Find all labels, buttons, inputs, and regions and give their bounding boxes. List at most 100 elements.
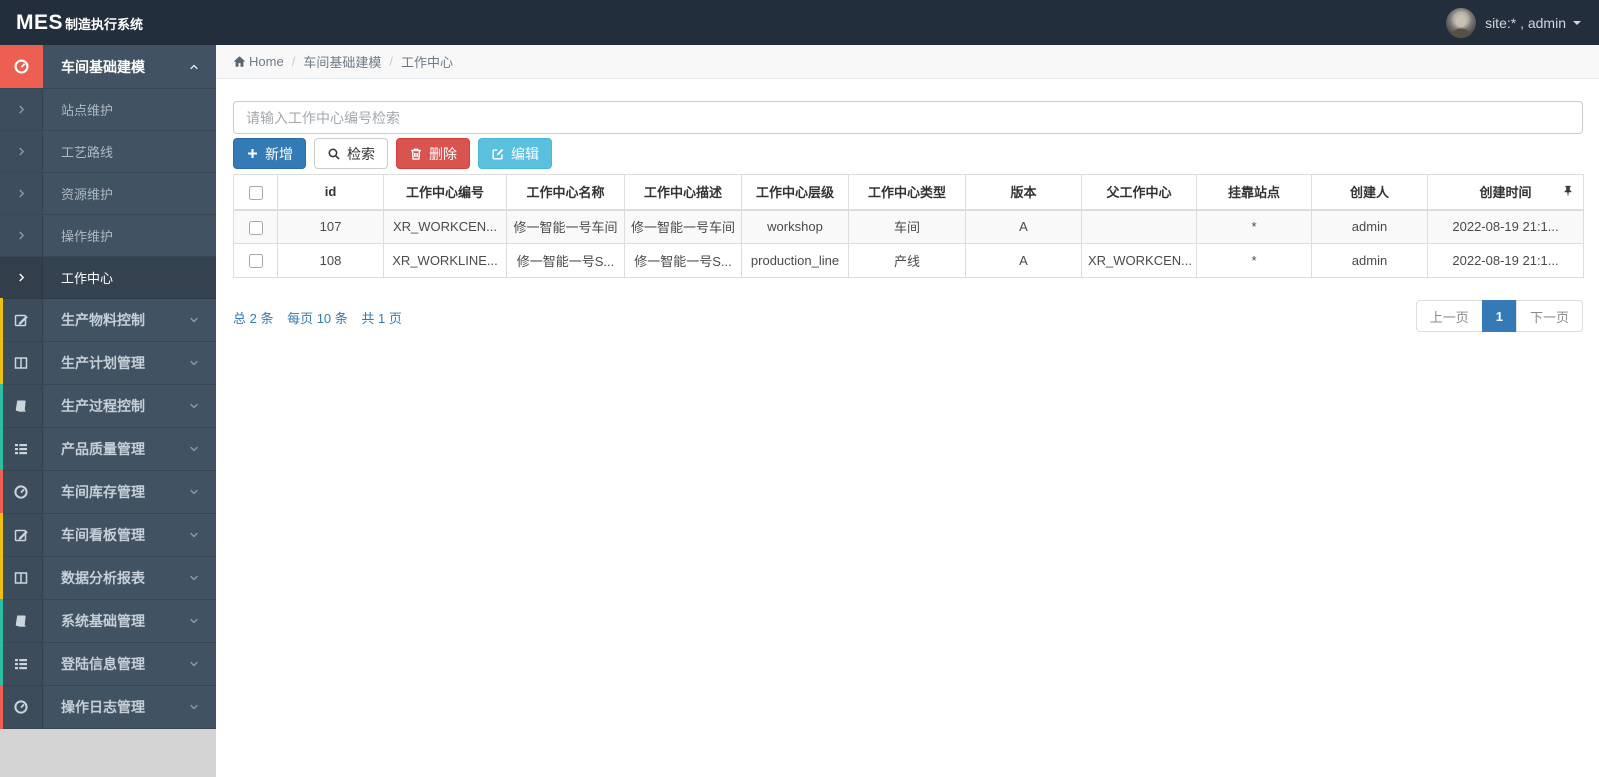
- cell-create-time: 2022-08-19 21:1...: [1427, 243, 1584, 278]
- sidebar-item-label: 生产计划管理: [61, 355, 145, 371]
- sidebar-item-operation-log[interactable]: 操作日志管理: [0, 685, 216, 729]
- sidebar-item-inventory-management[interactable]: 车间库存管理: [0, 470, 216, 514]
- edit-icon: [492, 148, 504, 160]
- sidebar-item-material-control[interactable]: 生产物料控制: [0, 298, 216, 342]
- row-checkbox[interactable]: [248, 220, 263, 235]
- table-row: 108 XR_WORKLINE... 修一智能一号S... 修一智能一号S...…: [233, 243, 1584, 278]
- sidebar-item-board-management[interactable]: 车间看板管理: [0, 513, 216, 557]
- sidebar: 车间基础建模 站点维护 工艺路线 资源维护 操作维护 工作中心 生产物料控制 生…: [0, 45, 216, 729]
- sidebar-item-label: 生产过程控制: [61, 398, 145, 414]
- edit-icon: [0, 514, 43, 556]
- cell-id: 108: [277, 243, 384, 278]
- pin-icon[interactable]: [1562, 184, 1574, 200]
- row-select-cell: [233, 243, 278, 278]
- list-icon: [0, 428, 43, 470]
- sidebar-item-operation-maintenance[interactable]: 操作维护: [0, 215, 216, 257]
- cell-parent: [1081, 209, 1197, 244]
- table-footer: 总 2 条 每页 10 条 共 1 页 上一页 1 下一页: [233, 300, 1583, 332]
- plus-icon: [248, 149, 257, 158]
- dashboard-icon: [0, 45, 43, 88]
- user-name-label: site:* , admin: [1485, 14, 1566, 31]
- cell-level: production_line: [741, 243, 849, 278]
- app-logo: MES 制造执行系统: [16, 11, 143, 35]
- cell-type: 车间: [848, 209, 966, 244]
- sidebar-bottom-filler: [0, 729, 216, 777]
- dashboard-icon: [0, 686, 43, 728]
- chevron-down-icon: [188, 701, 200, 713]
- chevron-right-icon: [0, 131, 43, 172]
- cell-code: XR_WORKLINE...: [383, 243, 507, 278]
- summary-per-page: 每页 10 条: [287, 311, 348, 326]
- header-create-time-label: 创建时间: [1479, 185, 1532, 201]
- chevron-up-icon: [188, 61, 200, 73]
- chevron-down-icon: [188, 314, 200, 326]
- cell-station: *: [1196, 243, 1312, 278]
- row-checkbox[interactable]: [248, 254, 263, 269]
- dashboard-icon: [0, 471, 43, 513]
- work-center-table: id 工作中心编号 工作中心名称 工作中心描述 工作中心层级 工作中心类型 版本…: [233, 174, 1584, 278]
- chevron-down-icon: [188, 658, 200, 670]
- trash-icon: [411, 148, 421, 160]
- cell-creator: admin: [1311, 209, 1428, 244]
- chevron-right-icon: [0, 215, 43, 256]
- sidebar-item-system-management[interactable]: 系统基础管理: [0, 599, 216, 643]
- home-icon: [233, 55, 246, 68]
- sidebar-item-quality-management[interactable]: 产品质量管理: [0, 427, 216, 471]
- sidebar-group-label: 车间基础建模: [61, 58, 145, 75]
- cell-parent: XR_WORKCEN...: [1081, 243, 1197, 278]
- header-select-all: [233, 174, 278, 211]
- delete-button[interactable]: 删除: [396, 138, 470, 169]
- sidebar-item-site-maintenance[interactable]: 站点维护: [0, 89, 216, 131]
- header-station: 挂靠站点: [1196, 174, 1312, 211]
- select-all-checkbox[interactable]: [248, 185, 263, 200]
- sidebar-item-label: 车间库存管理: [61, 484, 145, 500]
- main-content: Home / 车间基础建模 / 工作中心 新增 检索 删除 编辑: [216, 45, 1599, 777]
- columns-icon: [0, 342, 43, 384]
- chevron-down-icon: [188, 400, 200, 412]
- edit-icon: [0, 299, 43, 341]
- chevron-down-icon: [188, 572, 200, 584]
- sidebar-item-login-info[interactable]: 登陆信息管理: [0, 642, 216, 686]
- sidebar-group-workshop-modeling[interactable]: 车间基础建模: [0, 45, 216, 89]
- sidebar-item-label: 产品质量管理: [61, 441, 145, 457]
- cell-level: workshop: [741, 209, 849, 244]
- sidebar-item-label: 生产物料控制: [61, 312, 145, 328]
- toolbar: 新增 检索 删除 编辑: [233, 138, 1583, 169]
- sidebar-item-work-center[interactable]: 工作中心: [0, 257, 216, 299]
- sidebar-item-resource-maintenance[interactable]: 资源维护: [0, 173, 216, 215]
- breadcrumb-home-link[interactable]: Home: [233, 54, 284, 69]
- add-button-label: 新增: [265, 145, 293, 162]
- header-id: id: [277, 174, 384, 211]
- sidebar-item-plan-management[interactable]: 生产计划管理: [0, 341, 216, 385]
- sidebar-item-data-report[interactable]: 数据分析报表: [0, 556, 216, 600]
- sidebar-item-process-route[interactable]: 工艺路线: [0, 131, 216, 173]
- table-header-row: id 工作中心编号 工作中心名称 工作中心描述 工作中心层级 工作中心类型 版本…: [233, 174, 1584, 211]
- sidebar-item-label: 资源维护: [61, 187, 114, 202]
- pagination: 上一页 1 下一页: [1415, 300, 1583, 332]
- edit-button[interactable]: 编辑: [478, 138, 552, 169]
- header-creator: 创建人: [1311, 174, 1428, 211]
- cell-name: 修一智能一号S...: [506, 243, 625, 278]
- breadcrumb-level1-link[interactable]: 车间基础建模: [303, 52, 381, 71]
- next-page-button[interactable]: 下一页: [1515, 300, 1583, 332]
- user-dropdown[interactable]: site:* , admin: [1446, 7, 1581, 38]
- header-name: 工作中心名称: [506, 174, 625, 211]
- summary-pages: 共 1 页: [361, 311, 402, 326]
- header-parent: 父工作中心: [1081, 174, 1197, 211]
- prev-page-button[interactable]: 上一页: [1415, 300, 1483, 332]
- chevron-down-icon: [188, 615, 200, 627]
- sidebar-item-process-control[interactable]: 生产过程控制: [0, 384, 216, 428]
- page-1-button[interactable]: 1: [1481, 300, 1517, 332]
- cell-id: 107: [277, 209, 384, 244]
- breadcrumb-separator: /: [389, 54, 393, 69]
- cell-station: *: [1196, 209, 1312, 244]
- chevron-down-icon: [188, 443, 200, 455]
- search-button[interactable]: 检索: [314, 138, 388, 169]
- header-description: 工作中心描述: [624, 174, 742, 211]
- book-icon: [0, 385, 43, 427]
- header-version: 版本: [965, 174, 1082, 211]
- header-code: 工作中心编号: [383, 174, 507, 211]
- search-input[interactable]: [233, 101, 1583, 134]
- logo-mes-text: MES: [16, 10, 64, 34]
- add-button[interactable]: 新增: [233, 138, 306, 169]
